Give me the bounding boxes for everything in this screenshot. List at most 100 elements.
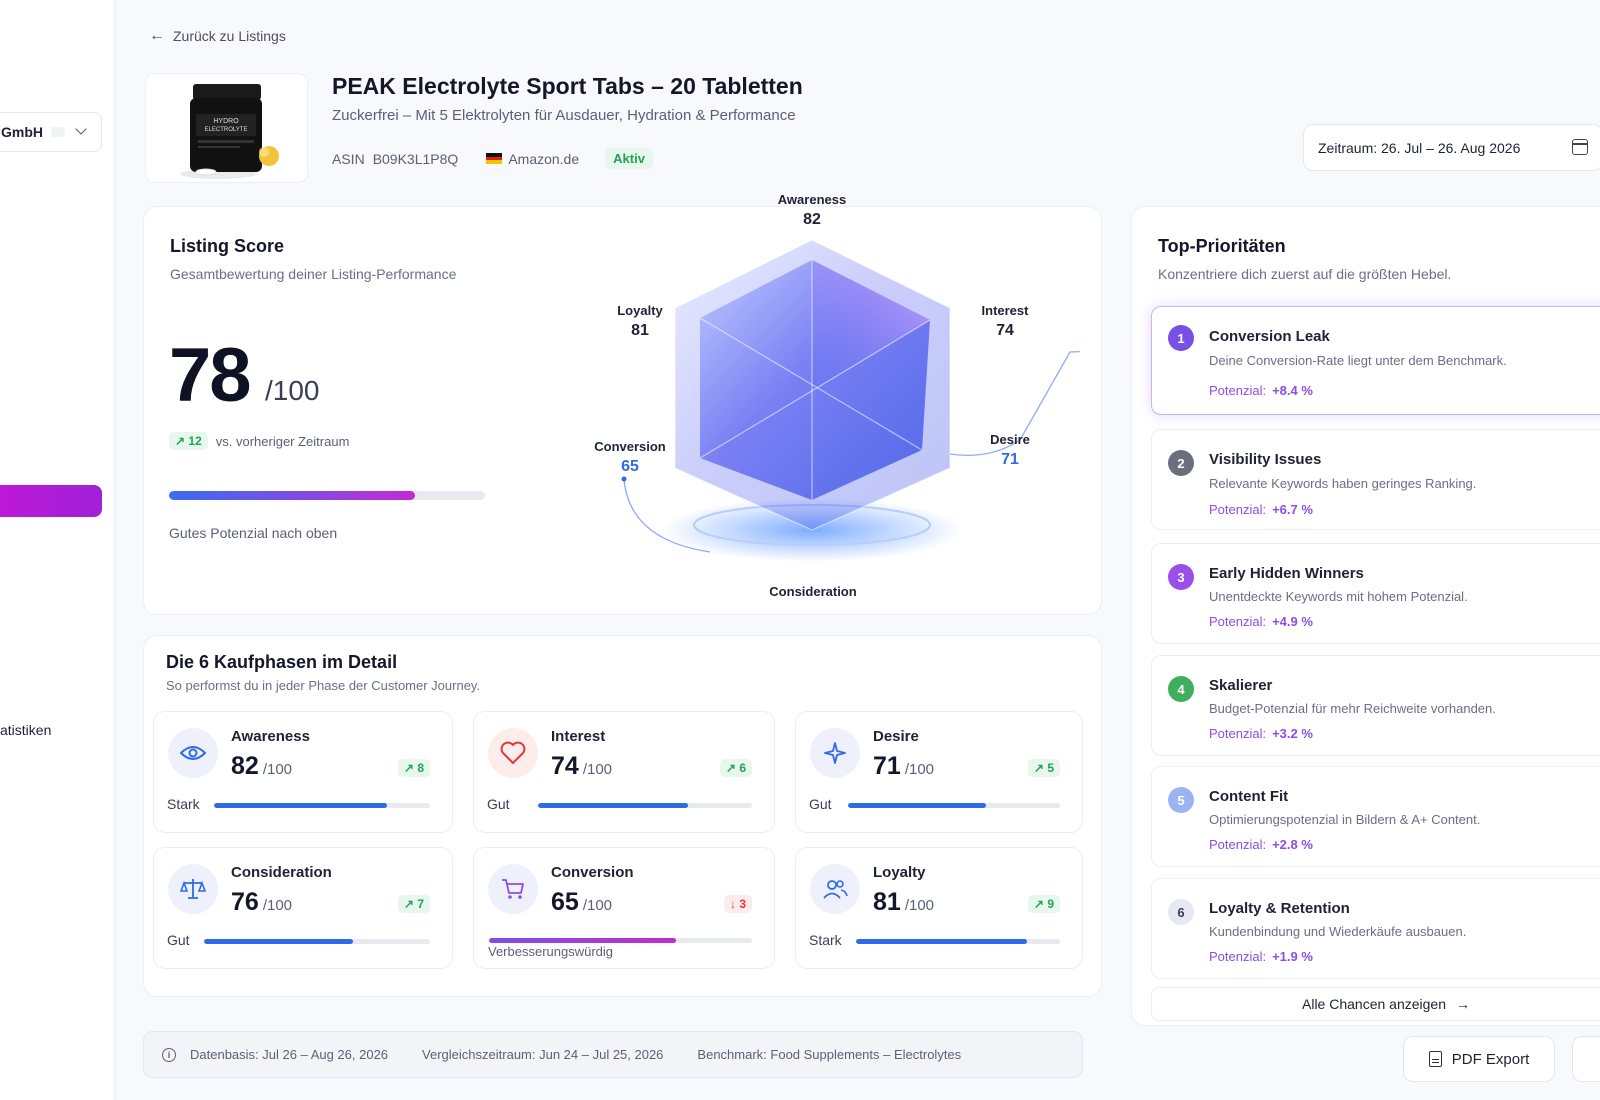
priority-desc: Kundenbindung und Wiederkäufe ausbauen. xyxy=(1209,924,1467,939)
priorities-title: Top-Prioritäten xyxy=(1158,236,1286,256)
priority-desc: Deine Conversion-Rate liegt unter dem Be… xyxy=(1209,353,1507,368)
priority-item[interactable]: 1 Conversion Leak Deine Conversion-Rate … xyxy=(1151,306,1600,415)
phase-progress-bar xyxy=(848,803,1060,808)
priority-item[interactable]: 5 Content Fit Optimierungspotenzial in B… xyxy=(1151,766,1600,867)
priority-number: 3 xyxy=(1168,564,1194,590)
radar-label-consideration: Consideration xyxy=(769,584,857,599)
score-progress-fill xyxy=(169,491,416,500)
phase-progress-bar xyxy=(856,939,1060,944)
product-meta: ASIN B09K3L1P8Q Amazon.de Aktiv xyxy=(332,148,653,169)
radar-chart xyxy=(621,239,1080,562)
score-delta: ↗ 12 vs. vorheriger Zeitraum xyxy=(169,432,349,450)
radar-label-interest: Interest 74 xyxy=(981,303,1029,339)
phase-level: Stark xyxy=(167,796,200,812)
comparison-period: Vergleichszeitraum: Jun 24 – Jul 25, 202… xyxy=(422,1047,664,1062)
priority-potential: Potenzial: +4.9 % xyxy=(1209,614,1313,629)
product-label-top: HYDRO xyxy=(213,118,239,125)
phase-value: 71/100 xyxy=(873,752,935,780)
more-actions-button[interactable] xyxy=(1572,1036,1600,1082)
priority-item[interactable]: 2 Visibility Issues Relevante Keywords h… xyxy=(1151,429,1600,530)
phase-card-conversion[interactable]: Conversion 65/100 ↓ 3 Verbesserungswürdi… xyxy=(473,847,775,969)
priority-potential: Potenzial: +3.2 % xyxy=(1209,726,1313,741)
date-range-picker[interactable]: Zeitraum: 26. Jul – 26. Aug 2026 xyxy=(1303,124,1600,171)
data-basis: Datenbasis: Jul 26 – Aug 26, 2026 xyxy=(190,1047,389,1062)
pdf-export-label: PDF Export xyxy=(1451,1050,1530,1068)
chevron-down-icon xyxy=(75,123,87,135)
germany-flag-icon xyxy=(486,153,503,165)
phase-delta: ↗ 8 xyxy=(397,759,430,777)
info-icon: i xyxy=(162,1047,176,1062)
phases-subtitle: So performst du in jeder Phase der Custo… xyxy=(166,678,481,693)
back-label: Zurück zu Listings xyxy=(173,28,286,44)
delta-chip: ↗ 12 xyxy=(169,432,208,450)
score-progress-bar xyxy=(169,491,485,500)
phase-progress-bar xyxy=(489,938,752,943)
priority-potential: Potenzial: +1.9 % xyxy=(1209,949,1313,964)
marketplace: Amazon.de xyxy=(508,150,580,167)
priorities-card: Top-Prioritäten Konzentriere dich zuerst… xyxy=(1131,206,1600,1026)
phase-value: 65/100 xyxy=(551,888,613,916)
score-value: 78 xyxy=(169,333,252,418)
priority-number: 4 xyxy=(1168,676,1194,702)
priority-desc: Optimierungspotenzial in Bildern & A+ Co… xyxy=(1209,812,1481,827)
phase-card-consideration[interactable]: Consideration 76/100 ↗ 7 Gut xyxy=(153,847,453,969)
priority-title: Skalierer xyxy=(1209,677,1273,694)
heart-icon xyxy=(488,728,538,778)
sidebar-item-statistiken[interactable]: atistiken xyxy=(0,722,51,738)
phase-card-desire[interactable]: Desire 71/100 ↗ 5 Gut xyxy=(795,711,1083,833)
phase-delta: ↗ 7 xyxy=(397,895,430,913)
sidebar-item-active[interactable] xyxy=(0,485,102,517)
arrow-up-right-icon: ↗ xyxy=(175,434,189,448)
product-label-bottom: ELECTROLYTE xyxy=(205,127,248,133)
sparkle-icon xyxy=(810,728,860,778)
pdf-export-button[interactable]: PDF Export xyxy=(1403,1036,1555,1082)
phase-progress-bar xyxy=(214,803,430,808)
eye-icon xyxy=(168,728,218,778)
phase-value: 76/100 xyxy=(231,888,293,916)
phase-progress-bar xyxy=(204,939,430,944)
priority-number: 5 xyxy=(1168,787,1194,813)
phase-card-interest[interactable]: Interest 74/100 ↗ 6 Gut xyxy=(473,711,775,833)
sidebar: GmbH atistiken xyxy=(0,0,115,1100)
phase-level: Stark xyxy=(809,932,842,948)
scale-icon xyxy=(168,864,218,914)
priority-desc: Relevante Keywords haben geringes Rankin… xyxy=(1209,476,1477,491)
date-range-label: Zeitraum: 26. Jul – 26. Aug 2026 xyxy=(1318,139,1521,156)
phase-card-loyalty[interactable]: Loyalty 81/100 ↗ 9 Stark xyxy=(795,847,1083,969)
asin-label: ASIN xyxy=(332,150,365,167)
priority-desc: Budget-Potenzial für mehr Reichweite vor… xyxy=(1209,701,1496,716)
phase-delta: ↗ 9 xyxy=(1027,895,1060,913)
phases-title: Die 6 Kaufphasen im Detail xyxy=(166,652,398,672)
priority-item[interactable]: 6 Loyalty & Retention Kundenbindung und … xyxy=(1151,878,1600,979)
phase-value: 74/100 xyxy=(551,752,613,780)
phase-value: 81/100 xyxy=(873,888,935,916)
score-note: Gutes Potenzial nach oben xyxy=(169,525,338,541)
priority-number: 2 xyxy=(1168,450,1194,476)
priority-title: Loyalty & Retention xyxy=(1209,900,1350,917)
radar-label-loyalty: Loyalty 81 xyxy=(617,303,663,339)
calendar-icon xyxy=(1572,139,1588,155)
show-all-opportunities-link[interactable]: Alle Chancen anzeigen → xyxy=(1151,987,1600,1021)
org-select[interactable]: GmbH xyxy=(0,112,102,152)
radar-label-conversion: Conversion 65 xyxy=(594,439,666,475)
phase-card-awareness[interactable]: Awareness 82/100 ↗ 8 Stark xyxy=(153,711,453,833)
phases-card: Die 6 Kaufphasen im Detail So performst … xyxy=(143,635,1102,997)
score-of: /100 xyxy=(265,375,320,406)
back-link[interactable]: ← Zurück zu Listings xyxy=(149,27,286,45)
cart-icon xyxy=(488,864,538,914)
priority-desc: Unentdeckte Keywords mit hohem Potenzial… xyxy=(1209,589,1468,604)
priority-potential: Potenzial: +2.8 % xyxy=(1209,837,1313,852)
priority-potential: Potenzial: +8.4 % xyxy=(1209,383,1313,398)
priority-number: 6 xyxy=(1168,899,1194,925)
phase-level: Gut xyxy=(167,932,190,948)
asin-value: B09K3L1P8Q xyxy=(372,150,459,167)
score-title: Listing Score xyxy=(170,236,285,256)
priority-item[interactable]: 3 Early Hidden Winners Unentdeckte Keywo… xyxy=(1151,543,1600,644)
benchmark: Benchmark: Food Supplements – Electrolyt… xyxy=(697,1047,962,1062)
status-badge: Aktiv xyxy=(605,148,653,169)
priority-potential: Potenzial: +6.7 % xyxy=(1209,502,1313,517)
org-name: GmbH xyxy=(1,124,43,140)
arrow-left-icon: ← xyxy=(149,27,165,44)
radar-label-awareness: Awareness 82 xyxy=(777,192,847,228)
priority-item[interactable]: 4 Skalierer Budget-Potenzial für mehr Re… xyxy=(1151,655,1600,756)
